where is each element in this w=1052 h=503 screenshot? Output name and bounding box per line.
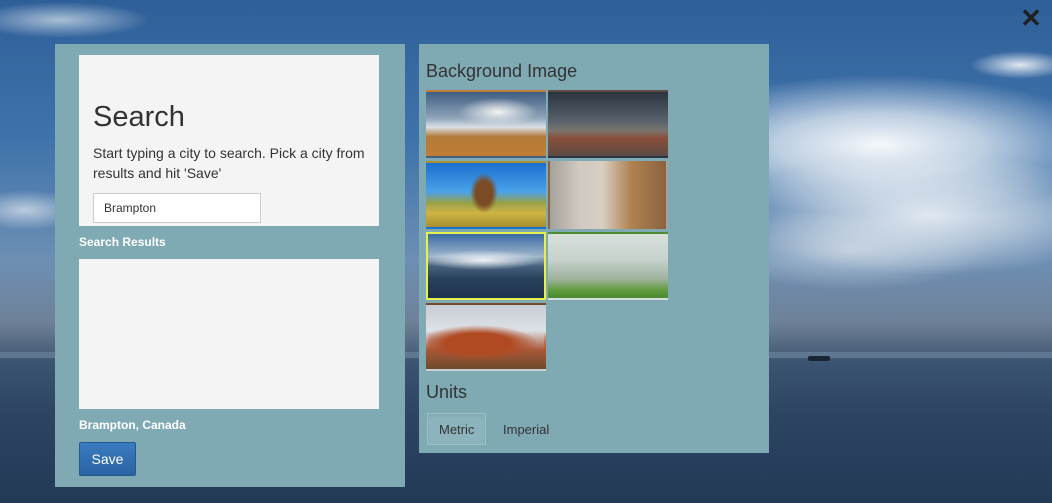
thumbnail-red-rock-formation[interactable]	[426, 303, 546, 371]
units-title: Units	[426, 382, 468, 402]
background-image-title: Background Image	[426, 61, 578, 81]
settings-panel: Background Image Units Metric Imperial	[419, 44, 769, 453]
search-box: Search Start typing a city to search. Pi…	[79, 55, 379, 226]
search-panel: Search Start typing a city to search. Pi…	[55, 44, 405, 487]
search-title: Search	[93, 101, 185, 133]
units-imperial-button[interactable]: Imperial	[491, 413, 561, 445]
thumbnail-desert-butte[interactable]	[426, 161, 546, 229]
search-results-label: Search Results	[79, 235, 166, 249]
boat	[808, 356, 830, 361]
close-icon[interactable]: ✕	[1018, 5, 1044, 31]
thumbnail-clouds-over-city[interactable]	[426, 90, 546, 158]
thumbnail-ocean-horizon-clouds[interactable]	[426, 232, 546, 300]
save-button[interactable]: Save	[79, 442, 136, 476]
search-results-list[interactable]	[79, 259, 379, 409]
units-metric-button[interactable]: Metric	[427, 413, 487, 445]
thumbnail-foggy-window-field[interactable]	[548, 161, 668, 229]
search-help-text: Start typing a city to search. Pick a ci…	[93, 145, 365, 181]
selected-city: Brampton, Canada	[79, 418, 186, 432]
city-search-input[interactable]	[93, 193, 261, 223]
thumbnail-cloudy-city-rooftops[interactable]	[548, 90, 668, 158]
thumbnail-misty-forest[interactable]	[548, 232, 668, 300]
